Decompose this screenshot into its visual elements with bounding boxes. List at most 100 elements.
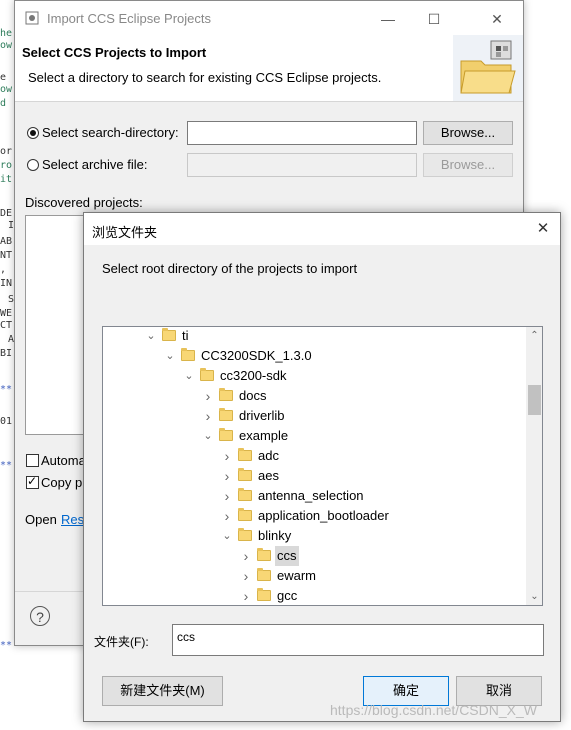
archive-file-radio[interactable] bbox=[27, 159, 39, 171]
maximize-button[interactable]: ☐ bbox=[411, 7, 457, 31]
tree-item[interactable]: ⌄ ti bbox=[103, 327, 523, 346]
editor-text-fragment: DE bbox=[0, 208, 13, 219]
folder-icon bbox=[162, 328, 176, 341]
tree-item-label: adc bbox=[258, 448, 279, 463]
tree-item[interactable]: › antenna_selection bbox=[103, 486, 523, 506]
chevron-right-icon[interactable]: › bbox=[240, 586, 252, 605]
folder-field-label: 文件夹(F): bbox=[94, 635, 149, 649]
help-icon[interactable]: ? bbox=[30, 606, 50, 626]
watermark-text: https://blog.csdn.net/CSDN_X_W bbox=[330, 702, 537, 718]
search-directory-label: Select search-directory: bbox=[42, 125, 179, 140]
editor-text-fragment: ow bbox=[0, 84, 13, 95]
editor-text-fragment: 01 bbox=[0, 416, 13, 427]
tree-item-label: example bbox=[239, 428, 289, 443]
close-icon[interactable]: ✕ bbox=[532, 219, 554, 239]
editor-text-fragment: ro bbox=[0, 160, 13, 171]
browse-archive-button[interactable]: Browse... bbox=[423, 153, 513, 177]
scroll-up-icon[interactable]: ⌃ bbox=[526, 327, 542, 344]
automatic-label: Automa bbox=[41, 453, 86, 468]
scroll-thumb[interactable] bbox=[528, 385, 541, 415]
open-label: Open bbox=[25, 512, 57, 527]
search-directory-radio[interactable] bbox=[27, 127, 39, 139]
folder-name-input[interactable]: ccs bbox=[172, 624, 544, 656]
folder-tree[interactable]: ⌄ ti ⌄ CC3200SDK_1.3.0 ⌄ cc3200-sdk › docs › driv… bbox=[102, 326, 543, 606]
editor-text-fragment: IN bbox=[0, 278, 13, 289]
tree-item[interactable]: › ewarm bbox=[103, 566, 523, 586]
search-directory-input[interactable] bbox=[187, 121, 417, 145]
automatic-checkbox[interactable] bbox=[26, 454, 39, 467]
minimize-button[interactable]: — bbox=[365, 7, 411, 31]
tree-item-label: blinky bbox=[258, 528, 292, 543]
tree-item-label: application_bootloader bbox=[258, 508, 389, 523]
folder-icon bbox=[238, 488, 252, 501]
tree-item[interactable]: ⌄ CC3200SDK_1.3.0 bbox=[103, 346, 523, 366]
copy-projects-checkbox[interactable] bbox=[26, 474, 39, 489]
chevron-right-icon[interactable]: › bbox=[221, 466, 233, 486]
header-description: Select a directory to search for existin… bbox=[28, 70, 382, 85]
tree-item-label: driverlib bbox=[239, 408, 285, 423]
new-folder-button[interactable]: 新建文件夹(M) bbox=[102, 676, 223, 706]
chevron-down-icon[interactable]: ⌄ bbox=[221, 526, 233, 546]
folder-icon bbox=[238, 508, 252, 521]
chevron-right-icon[interactable]: › bbox=[221, 446, 233, 466]
folder-icon bbox=[200, 368, 214, 381]
chevron-down-icon[interactable]: ⌄ bbox=[183, 366, 195, 386]
tree-item[interactable]: › ccs bbox=[103, 546, 523, 566]
tree-item-label: aes bbox=[258, 468, 279, 483]
browse-directory-button[interactable]: Browse... bbox=[423, 121, 513, 145]
editor-text-fragment: BI bbox=[0, 348, 13, 359]
tree-item-label: gcc bbox=[277, 588, 298, 603]
tree-item-label: ewarm bbox=[277, 568, 317, 583]
editor-text-fragment: CT bbox=[0, 320, 13, 331]
open-resource-link[interactable]: Res bbox=[61, 512, 84, 527]
import-dialog-titlebar: Import CCS Eclipse Projects — ☐ ✕ bbox=[15, 1, 523, 35]
folder-icon bbox=[219, 388, 233, 401]
chevron-right-icon[interactable]: › bbox=[221, 486, 233, 506]
editor-text-fragment: ow bbox=[0, 40, 13, 51]
chevron-right-icon[interactable]: › bbox=[240, 546, 252, 566]
chevron-right-icon[interactable]: › bbox=[202, 386, 214, 406]
tree-item[interactable]: › application_bootloader bbox=[103, 506, 523, 526]
tree-item[interactable]: ⌄ cc3200-sdk bbox=[103, 366, 523, 386]
tree-item-label: docs bbox=[239, 388, 267, 403]
tree-item[interactable]: › aes bbox=[103, 466, 523, 486]
tree-item[interactable]: › docs bbox=[103, 386, 523, 406]
tree-item-label: antenna_selection bbox=[258, 488, 364, 503]
browse-folder-dialog: 浏览文件夹 ✕ Select root directory of the pro… bbox=[83, 212, 561, 722]
folder-name-value: ccs bbox=[177, 630, 195, 644]
folder-icon bbox=[257, 588, 271, 601]
editor-text-fragment: ** bbox=[0, 460, 13, 471]
tree-item[interactable]: ⌄ blinky bbox=[103, 526, 523, 546]
tree-item[interactable]: › adc bbox=[103, 446, 523, 466]
scroll-down-icon[interactable]: ⌄ bbox=[526, 588, 542, 605]
tree-item-label: cc3200-sdk bbox=[220, 368, 287, 383]
copy-projects-label: Copy p bbox=[41, 475, 83, 490]
tree-item-label: CC3200SDK_1.3.0 bbox=[201, 348, 312, 363]
chevron-down-icon[interactable]: ⌄ bbox=[145, 327, 157, 346]
folder-icon bbox=[257, 568, 271, 581]
tree-item[interactable]: ⌄ example bbox=[103, 426, 523, 446]
editor-text-fragment: , bbox=[0, 264, 7, 275]
tree-scrollbar[interactable]: ⌃ ⌄ bbox=[526, 327, 542, 605]
chevron-right-icon[interactable]: › bbox=[221, 506, 233, 526]
header-title: Select CCS Projects to Import bbox=[22, 45, 207, 60]
archive-file-input[interactable] bbox=[187, 153, 417, 177]
editor-text-fragment: WE bbox=[0, 308, 13, 319]
chevron-down-icon[interactable]: ⌄ bbox=[164, 346, 176, 366]
import-dialog-title: Import CCS Eclipse Projects bbox=[47, 11, 211, 26]
tree-item-label: ti bbox=[182, 328, 189, 343]
chevron-down-icon[interactable]: ⌄ bbox=[202, 426, 214, 446]
folder-icon bbox=[238, 528, 252, 541]
folder-icon bbox=[238, 448, 252, 461]
folder-icon bbox=[181, 348, 195, 361]
eclipse-app-icon bbox=[25, 11, 39, 25]
close-button[interactable]: ✕ bbox=[477, 7, 517, 31]
archive-file-label: Select archive file: bbox=[42, 157, 148, 172]
tree-item[interactable]: › driverlib bbox=[103, 406, 523, 426]
editor-text-fragment: it bbox=[0, 174, 13, 185]
tree-item[interactable]: › gcc bbox=[103, 586, 523, 605]
editor-text-fragment: e bbox=[0, 72, 7, 83]
chevron-right-icon[interactable]: › bbox=[202, 406, 214, 426]
browse-dialog-titlebar: 浏览文件夹 ✕ bbox=[84, 213, 560, 245]
chevron-right-icon[interactable]: › bbox=[240, 566, 252, 586]
